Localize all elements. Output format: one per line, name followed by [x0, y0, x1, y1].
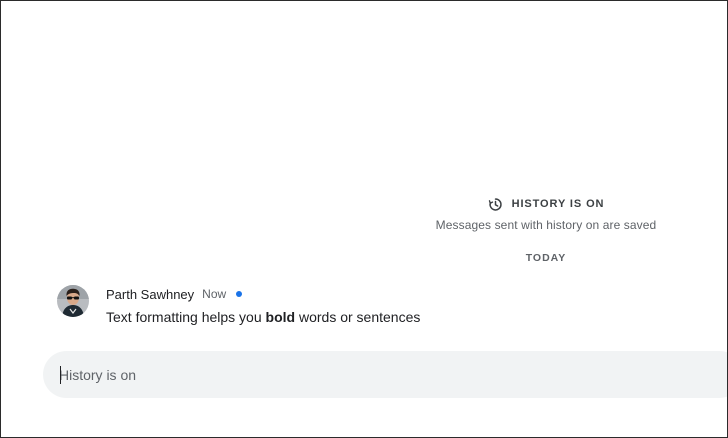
- text-caret: [60, 366, 61, 384]
- compose-box: [43, 351, 727, 398]
- message-timestamp: Now: [202, 287, 227, 301]
- message-input[interactable]: [59, 351, 699, 398]
- history-title-row: HISTORY IS ON: [406, 195, 686, 213]
- message-text-bold: bold: [265, 309, 296, 325]
- message-header: Parth Sawhney Now: [106, 285, 420, 303]
- message-text-end: words or sentences: [295, 309, 421, 325]
- history-title: HISTORY IS ON: [511, 198, 605, 210]
- day-divider: TODAY: [525, 252, 567, 264]
- message-text: Text formatting helps you bold words or …: [106, 309, 420, 325]
- avatar[interactable]: [57, 285, 89, 317]
- message-item: Parth Sawhney Now Text formatting helps …: [57, 285, 420, 325]
- message-text-start: Text formatting helps you: [106, 309, 266, 325]
- sender-name[interactable]: Parth Sawhney: [106, 287, 194, 302]
- unread-dot: [236, 291, 243, 297]
- history-notice: HISTORY IS ON Messages sent with history…: [406, 195, 686, 232]
- history-icon: [488, 197, 503, 212]
- chat-window: HISTORY IS ON Messages sent with history…: [0, 0, 728, 438]
- history-subtitle: Messages sent with history on are saved: [435, 218, 657, 232]
- message-body: Parth Sawhney Now Text formatting helps …: [106, 285, 420, 326]
